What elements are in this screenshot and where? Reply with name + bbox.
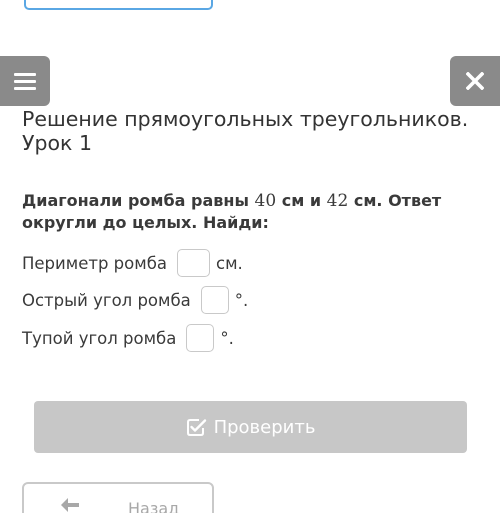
question-label: Острый угол ромба [22, 290, 191, 310]
check-button-label: Проверить [213, 416, 316, 438]
hamburger-icon [14, 72, 36, 76]
back-button-label: Назад [128, 499, 180, 513]
question-acute-angle: Острый угол ромба °. [22, 286, 248, 314]
question-label: Тупой угол ромба [22, 328, 177, 348]
question-perimeter: Периметр ромба см. [22, 249, 243, 277]
checkbox-pencil-icon [186, 419, 206, 436]
diagonal-1-value: 40 [254, 191, 277, 211]
diagonal-2-value: 42 [326, 191, 349, 211]
top-outlined-button[interactable] [24, 0, 213, 10]
arrow-left-icon [61, 498, 79, 512]
menu-button[interactable] [0, 56, 50, 106]
question-unit: °. [234, 290, 249, 310]
question-unit: °. [220, 328, 234, 348]
question-unit: см. [216, 253, 243, 273]
close-button[interactable] [450, 56, 500, 106]
task-statement: Диагонали ромба равны 40 см и 42 см. Отв… [22, 191, 442, 232]
question-label: Периметр ромба [22, 253, 167, 273]
obtuse-angle-answer-input[interactable] [186, 324, 215, 352]
perimeter-answer-input[interactable] [177, 249, 210, 277]
acute-angle-answer-input[interactable] [200, 286, 229, 314]
question-obtuse-angle: Тупой угол ромба °. [22, 324, 234, 352]
lesson-title: Решение прямоугольных треугольников. Уро… [22, 107, 469, 155]
check-button[interactable]: Проверить [34, 401, 467, 453]
back-button[interactable]: Назад [22, 482, 214, 513]
close-icon [466, 72, 484, 90]
lesson-page: Решение прямоугольных треугольников. Уро… [0, 0, 500, 513]
